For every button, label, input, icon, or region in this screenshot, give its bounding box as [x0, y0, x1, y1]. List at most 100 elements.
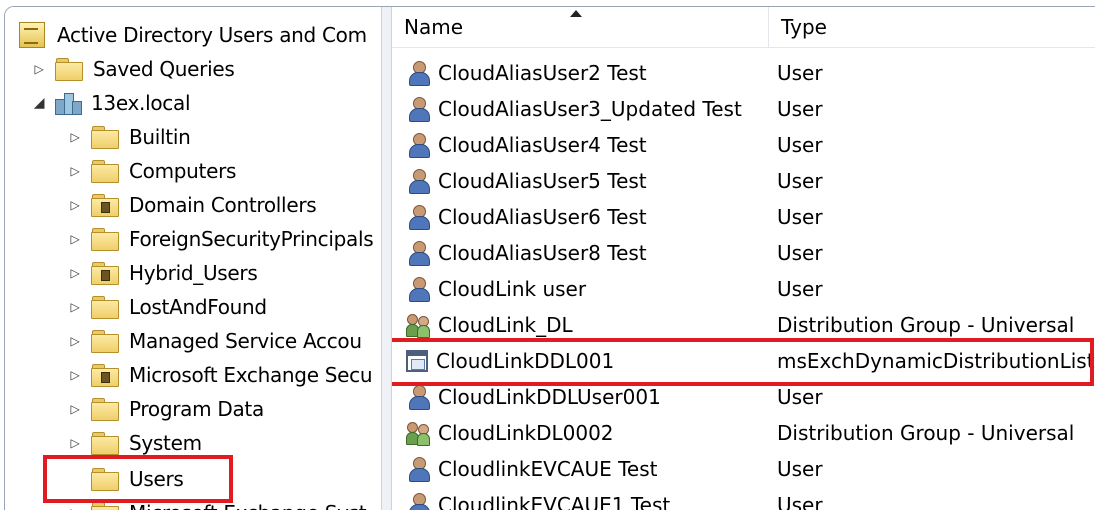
expand-arrow-icon[interactable]: ▷ — [67, 232, 83, 246]
list-header: Name Type — [392, 7, 1095, 48]
results-list[interactable]: Name Type CloudAliasUser2 Test User Clou… — [392, 7, 1095, 510]
folder-icon — [91, 468, 119, 491]
list-item[interactable]: CloudLinkDL0002 Distribution Group - Uni… — [392, 415, 1095, 451]
folder-icon — [91, 160, 119, 183]
tree-item-label: Microsoft Exchange Secu — [129, 363, 373, 387]
tree-root-aduc[interactable]: Active Directory Users and Com — [19, 18, 367, 52]
tree-item-label: Saved Queries — [93, 57, 235, 81]
ou-folder-icon — [91, 194, 119, 217]
user-icon — [406, 205, 430, 230]
item-name: CloudAliasUser4 Test — [438, 133, 647, 157]
item-type: User — [777, 97, 823, 121]
item-type: msExchDynamicDistributionList — [777, 349, 1095, 373]
tree-item-label: Program Data — [129, 397, 264, 421]
item-type: User — [777, 277, 823, 301]
user-icon — [406, 133, 430, 158]
expand-arrow-icon[interactable]: ▷ — [31, 62, 47, 76]
tree-item-label: Domain Controllers — [129, 193, 317, 217]
tree-item-label: Hybrid_Users — [129, 261, 258, 285]
sort-ascending-icon — [570, 10, 582, 17]
pane-splitter[interactable] — [381, 7, 392, 510]
list-item[interactable]: CloudlinkEVCAUE Test User — [392, 451, 1095, 487]
item-type: User — [777, 205, 823, 229]
collapse-arrow-icon[interactable]: ◢ — [31, 95, 47, 111]
tree-item-saved-queries[interactable]: ▷ Saved Queries — [31, 52, 235, 86]
item-type: Distribution Group - Universal — [777, 313, 1075, 337]
tree-item-managed-service-accounts[interactable]: ▷ Managed Service Accou — [67, 324, 362, 358]
list-item[interactable]: CloudAliasUser8 Test User — [392, 235, 1095, 271]
tree-item-program-data[interactable]: ▷ Program Data — [67, 392, 264, 426]
tree-item-hybrid-users[interactable]: ▷ Hybrid_Users — [67, 256, 258, 290]
item-name: CloudAliasUser8 Test — [438, 241, 647, 265]
list-item[interactable]: CloudAliasUser2 Test User — [392, 55, 1095, 91]
tree-item-label: Users — [129, 467, 184, 491]
list-item[interactable]: CloudAliasUser6 Test User — [392, 199, 1095, 235]
item-type: Distribution Group - Universal — [777, 421, 1075, 445]
list-item[interactable]: CloudAliasUser5 Test User — [392, 163, 1095, 199]
item-name: CloudAliasUser3_Updated Test — [438, 97, 742, 121]
tree-root-label: Active Directory Users and Com — [57, 23, 367, 47]
expand-arrow-icon[interactable]: ▷ — [67, 436, 83, 450]
item-name: CloudlinkEVCAUE Test — [438, 457, 658, 481]
group-icon — [406, 421, 430, 446]
column-header-type[interactable]: Type — [769, 7, 1095, 47]
list-item[interactable]: CloudLinkDDL001 msExchDynamicDistributio… — [392, 343, 1095, 379]
expand-arrow-icon[interactable]: ▷ — [67, 368, 83, 382]
list-item[interactable]: CloudAliasUser4 Test User — [392, 127, 1095, 163]
item-name: CloudLinkDDL001 — [436, 349, 615, 373]
ou-folder-icon — [91, 262, 119, 285]
expand-arrow-icon[interactable]: ▷ — [67, 130, 83, 144]
user-icon — [406, 241, 430, 266]
folder-icon — [91, 432, 119, 455]
tree-item-domain-controllers[interactable]: ▷ Domain Controllers — [67, 188, 317, 222]
tree-item-users[interactable]: Users — [91, 462, 184, 496]
item-name: CloudAliasUser2 Test — [438, 61, 647, 85]
tree-item-builtin[interactable]: ▷ Builtin — [67, 120, 191, 154]
tree-item-label: ForeignSecurityPrincipals — [129, 227, 374, 251]
list-item[interactable]: CloudLink user User — [392, 271, 1095, 307]
user-icon — [406, 97, 430, 122]
item-name: CloudAliasUser6 Test — [438, 205, 647, 229]
tree-item-microsoft-exchange-security[interactable]: ▷ Microsoft Exchange Secu — [67, 358, 373, 392]
expand-arrow-icon[interactable]: ▷ — [67, 266, 83, 280]
ou-folder-icon — [91, 364, 119, 387]
folder-icon — [91, 330, 119, 353]
tree-item-computers[interactable]: ▷ Computers — [67, 154, 236, 188]
expand-arrow-icon[interactable]: ▷ — [67, 198, 83, 212]
user-icon — [406, 169, 430, 194]
folder-icon — [91, 228, 119, 251]
tree-item-domain[interactable]: ◢ 13ex.local — [31, 86, 191, 120]
user-icon — [406, 457, 430, 482]
item-name: CloudLink_DL — [438, 313, 573, 337]
column-header-label: Name — [404, 15, 464, 39]
tree-item-label: 13ex.local — [91, 91, 191, 115]
folder-icon — [91, 126, 119, 149]
tree-item-lost-and-found[interactable]: ▷ LostAndFound — [67, 290, 267, 324]
expand-arrow-icon[interactable]: ▷ — [67, 334, 83, 348]
list-item[interactable]: CloudlinkEVCAUE1 Test User — [392, 487, 1095, 510]
column-header-name[interactable]: Name — [392, 7, 769, 47]
group-icon — [406, 313, 430, 338]
tree-item-label: LostAndFound — [129, 295, 267, 319]
item-type: User — [777, 457, 823, 481]
expand-arrow-icon[interactable]: ▷ — [67, 164, 83, 178]
tree-item-system[interactable]: ▷ System — [67, 426, 202, 460]
folder-icon — [91, 398, 119, 421]
tree-item-label: Computers — [129, 159, 237, 183]
expand-arrow-icon[interactable]: ▷ — [67, 402, 83, 416]
user-icon — [406, 277, 430, 302]
console-tree[interactable]: Active Directory Users and Com ▷ Saved Q… — [5, 7, 381, 510]
tree-item-foreign-security-principals[interactable]: ▷ ForeignSecurityPrincipals — [67, 222, 374, 256]
list-item[interactable]: CloudAliasUser3_Updated Test User — [392, 91, 1095, 127]
user-icon — [406, 493, 430, 510]
item-name: CloudLinkDDLUser001 — [438, 385, 661, 409]
item-type: User — [777, 385, 823, 409]
expand-arrow-icon[interactable]: ▷ — [67, 506, 83, 510]
ad-users-computers-icon — [19, 22, 45, 48]
list-item[interactable]: CloudLinkDDLUser001 User — [392, 379, 1095, 415]
expand-arrow-icon[interactable]: ▷ — [67, 300, 83, 314]
tree-item-microsoft-exchange-system[interactable]: ▷ Microsoft Exchange Syst — [67, 496, 367, 510]
tree-item-label: Managed Service Accou — [129, 329, 362, 353]
list-item[interactable]: CloudLink_DL Distribution Group - Univer… — [392, 307, 1095, 343]
tree-item-label: Builtin — [129, 125, 191, 149]
